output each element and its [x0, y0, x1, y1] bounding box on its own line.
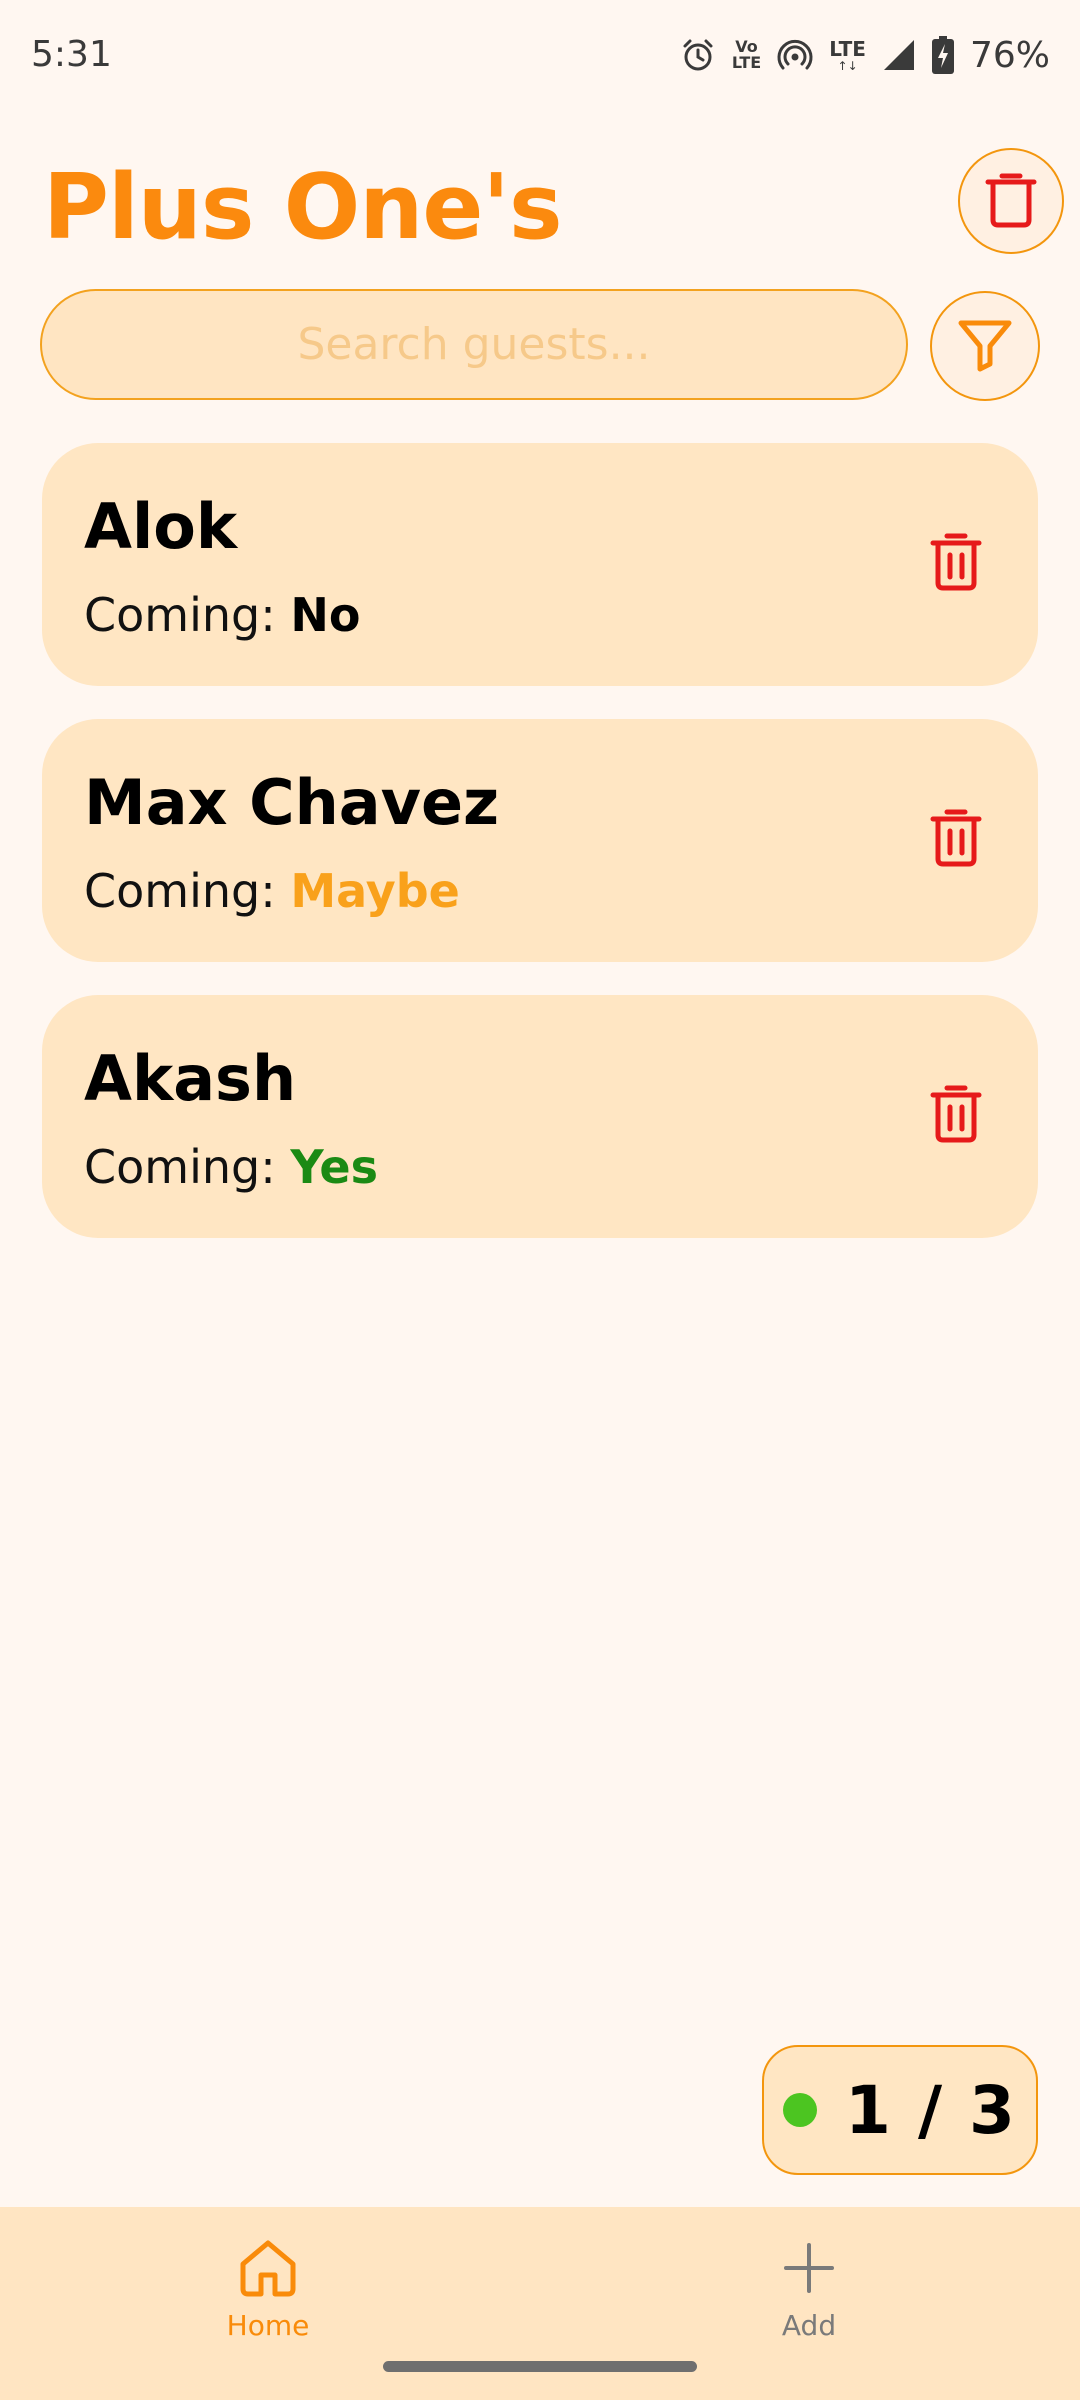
lte-icon: LTE ↑↓ — [829, 37, 866, 73]
hotspot-icon — [777, 37, 813, 73]
battery-charging-icon — [931, 36, 954, 74]
alarm-icon — [680, 37, 716, 73]
filter-icon — [956, 315, 1014, 377]
volte-icon: Vo LTE — [731, 37, 762, 72]
guest-name: Alok — [84, 490, 238, 563]
status-dot — [783, 2093, 818, 2127]
guest-status-label: Coming: — [84, 864, 276, 918]
home-indicator[interactable] — [383, 2361, 697, 2372]
guest-status-label: Coming: — [84, 588, 276, 642]
guest-name: Max Chavez — [84, 766, 500, 839]
status-time: 5:31 — [31, 34, 112, 75]
guest-list: Alok Coming: No Max Chavez Coming: Maybe… — [42, 443, 1038, 1271]
guest-status: Coming: No — [84, 585, 360, 645]
trash-icon — [929, 807, 983, 871]
guest-status-label: Coming: — [84, 1140, 276, 1194]
guest-status: Coming: Yes — [84, 1137, 378, 1197]
guest-card[interactable]: Akash Coming: Yes — [42, 995, 1038, 1238]
nav-add[interactable]: Add — [709, 2237, 909, 2357]
delete-all-button[interactable] — [958, 148, 1064, 254]
delete-guest-button[interactable] — [916, 799, 996, 879]
home-icon — [237, 2237, 299, 2303]
status-icons: Vo LTE LTE ↑↓ 76% — [680, 30, 1050, 80]
guest-status: Coming: Maybe — [84, 861, 460, 921]
trash-icon — [929, 531, 983, 595]
nav-home-label: Home — [226, 2309, 310, 2342]
page-title: Plus One's — [43, 155, 563, 260]
plus-icon — [778, 2237, 840, 2303]
nav-add-label: Add — [781, 2309, 837, 2342]
app-screen: 5:31 Vo LTE LTE ↑↓ 76% Plus One's Search… — [0, 0, 1080, 2400]
nav-home[interactable]: Home — [168, 2237, 368, 2357]
guest-status-value: No — [290, 588, 361, 642]
trash-icon — [984, 170, 1038, 232]
guest-status-value: Yes — [290, 1140, 379, 1194]
delete-guest-button[interactable] — [916, 1075, 996, 1155]
delete-guest-button[interactable] — [916, 523, 996, 603]
guest-card[interactable]: Alok Coming: No — [42, 443, 1038, 686]
counter-text: 1 / 3 — [845, 2071, 1017, 2149]
battery-percentage: 76% — [969, 34, 1050, 76]
trash-icon — [929, 1083, 983, 1147]
guest-status-value: Maybe — [290, 864, 460, 918]
guest-card[interactable]: Max Chavez Coming: Maybe — [42, 719, 1038, 962]
guest-counter-badge: 1 / 3 — [762, 2045, 1038, 2175]
status-bar: 5:31 Vo LTE LTE ↑↓ 76% — [0, 0, 1080, 116]
filter-button[interactable] — [930, 291, 1040, 401]
guest-name: Akash — [84, 1042, 297, 1115]
signal-icon — [882, 38, 916, 72]
search-input[interactable] — [40, 289, 908, 400]
